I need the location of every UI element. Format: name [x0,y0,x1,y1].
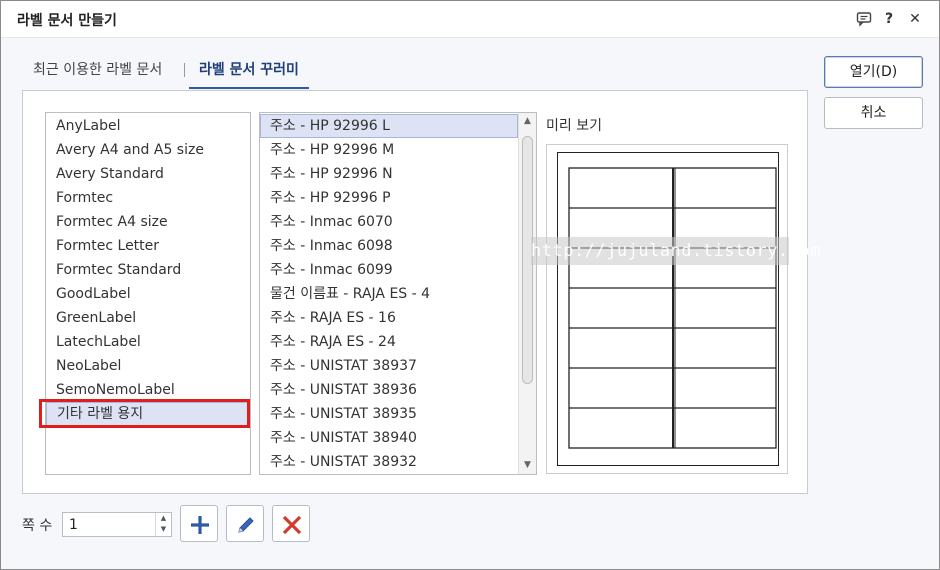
product-item[interactable]: 주소 - RAJA ES - 24 [260,330,518,354]
preview-box [546,144,788,474]
preview-label: 미리 보기 [546,118,602,134]
label-sheet-preview [557,152,779,466]
product-item[interactable]: 주소 - UNISTAT 38932 [260,450,518,474]
tab-label-packages[interactable]: 라벨 문서 꾸러미 [189,55,309,89]
close-icon[interactable]: ✕ [905,9,925,29]
product-list-scrollbar[interactable]: ▲ ▼ [518,113,536,474]
open-button[interactable]: 열기(D) [824,56,923,88]
label-grid [568,167,777,449]
pages-label: 쪽 수 [22,518,53,534]
edit-button[interactable] [226,505,264,542]
help-icon[interactable]: ? [879,9,899,29]
dialog-title: 라벨 문서 만들기 [17,13,117,29]
vendor-item[interactable]: Avery Standard [46,162,250,186]
title-bar: 라벨 문서 만들기 ? ✕ [1,1,939,38]
tab-panel: AnyLabel Avery A4 and A5 size Avery Stan… [22,90,808,494]
stepper-down-icon[interactable]: ▼ [156,524,171,535]
label-document-dialog: 라벨 문서 만들기 ? ✕ 최근 이용한 라벨 문서 라벨 문서 꾸러미 Any… [0,0,940,570]
product-item[interactable]: 주소 - Inmac 6070 [260,210,518,234]
vendor-item[interactable]: NeoLabel [46,354,250,378]
vendor-item[interactable]: Formtec Letter [46,234,250,258]
tab-recent-labels[interactable]: 최근 이용한 라벨 문서 [23,55,172,89]
product-item[interactable]: 주소 - UNISTAT 38940 [260,426,518,450]
product-list[interactable]: 주소 - HP 92996 L 주소 - HP 92996 M 주소 - HP … [259,112,537,475]
vendor-item[interactable]: Formtec [46,186,250,210]
vendor-item[interactable]: GreenLabel [46,306,250,330]
product-item[interactable]: 주소 - HP 92996 M [260,138,518,162]
scroll-down-icon[interactable]: ▼ [519,457,536,474]
scroll-up-icon[interactable]: ▲ [519,113,536,130]
product-item[interactable]: 주소 - RAJA ES - 16 [260,306,518,330]
tab-separator [184,63,185,77]
product-item[interactable]: 주소 - Inmac 6098 [260,234,518,258]
vendor-item[interactable]: Formtec Standard [46,258,250,282]
product-item[interactable]: 주소 - UNISTAT 38935 [260,402,518,426]
delete-button[interactable] [272,505,310,542]
vendor-item[interactable]: GoodLabel [46,282,250,306]
vendor-item-selected[interactable]: 기타 라벨 용지 [46,402,250,426]
vendor-item[interactable]: Avery A4 and A5 size [46,138,250,162]
plus-icon [191,516,209,534]
vendor-list[interactable]: AnyLabel Avery A4 and A5 size Avery Stan… [45,112,251,475]
comment-icon[interactable] [854,9,874,29]
scroll-thumb[interactable] [522,136,533,384]
cancel-button[interactable]: 취소 [824,97,923,129]
delete-x-icon [282,515,302,535]
vendor-item[interactable]: Formtec A4 size [46,210,250,234]
vendor-item[interactable]: LatechLabel [46,330,250,354]
vendor-item[interactable]: SemoNemoLabel [46,378,250,402]
product-item[interactable]: 주소 - UNISTAT 38937 [260,354,518,378]
vendor-item[interactable]: AnyLabel [46,114,250,138]
stepper-up-icon[interactable]: ▲ [156,513,171,524]
product-item[interactable]: 주소 - UNISTAT 38936 [260,378,518,402]
add-button[interactable] [180,505,218,542]
pages-input[interactable] [63,513,155,536]
pages-stepper[interactable]: ▲ ▼ [62,512,172,537]
product-item[interactable]: 주소 - HP 92996 N [260,162,518,186]
product-item[interactable]: 주소 - HP 92996 P [260,186,518,210]
product-item[interactable]: 주소 - Inmac 6099 [260,258,518,282]
product-item[interactable]: 물건 이름표 - RAJA ES - 4 [260,282,518,306]
pencil-icon [238,517,254,533]
product-item-selected[interactable]: 주소 - HP 92996 L [260,114,518,138]
